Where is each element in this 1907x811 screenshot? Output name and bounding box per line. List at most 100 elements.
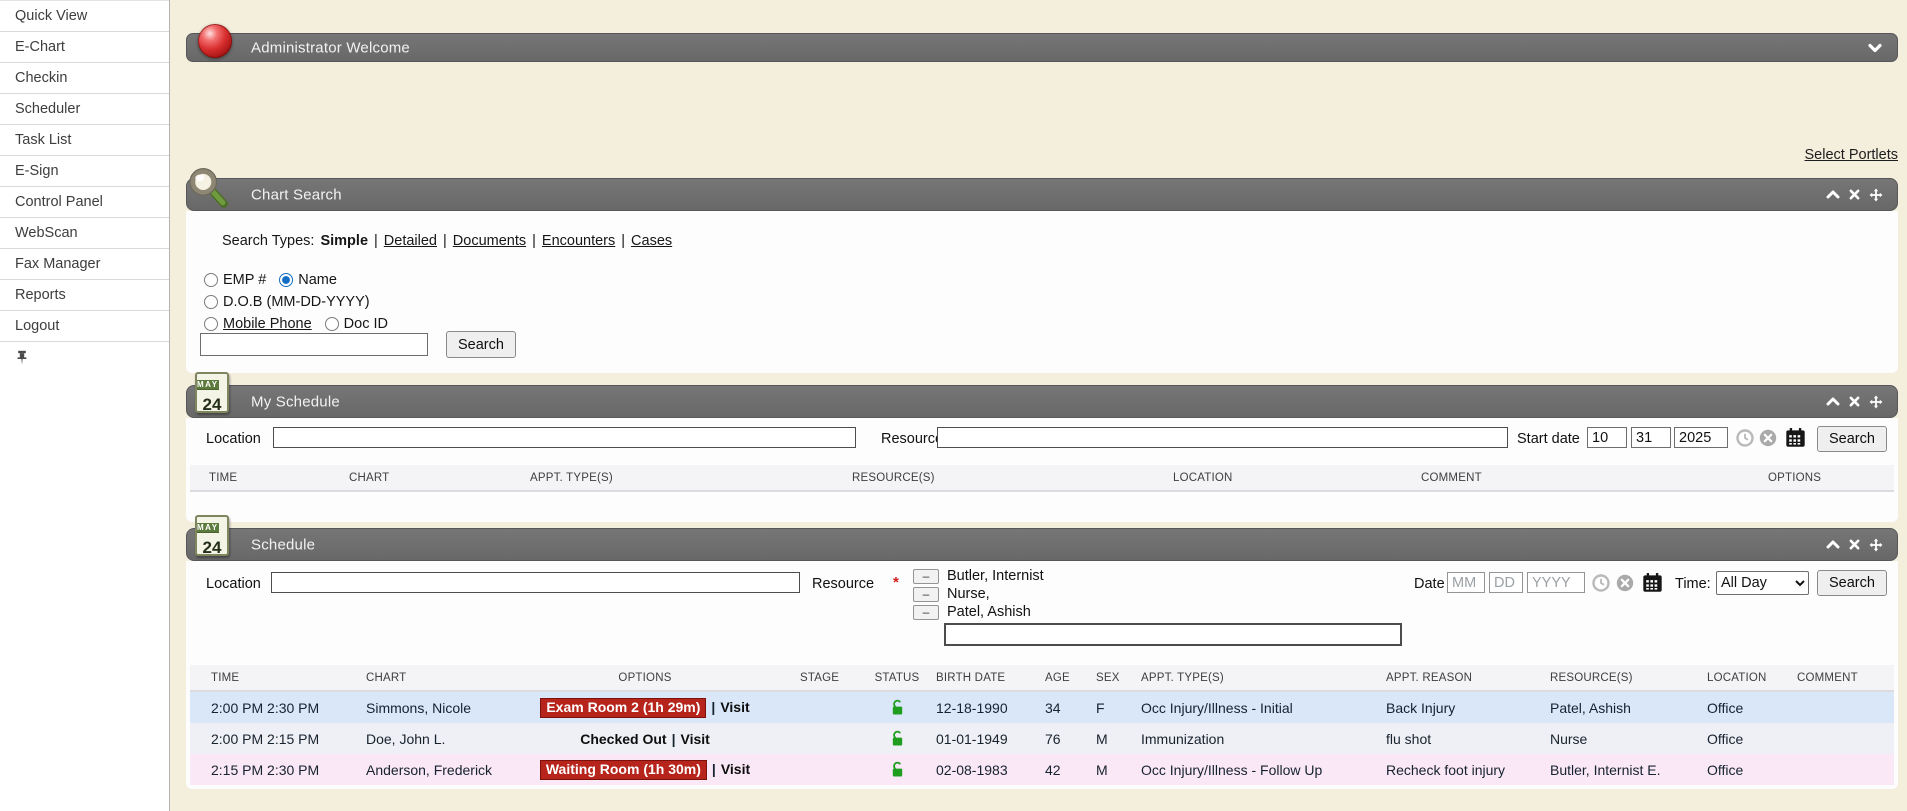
cell-time: 2:00 PM 2:30 PM [211,700,366,716]
my-schedule-table-header: TIME CHART APPT. TYPE(S) RESOURCE(S) LOC… [190,465,1894,492]
dob-radio[interactable] [204,295,218,309]
chart-search-input[interactable] [200,333,428,356]
date-day-input[interactable] [1489,572,1523,593]
my-schedule-search-button[interactable]: Search [1817,426,1887,452]
schedule-search-button[interactable]: Search [1817,570,1887,596]
visit-link[interactable]: Visit [680,731,709,747]
time-label: Time: [1675,576,1711,592]
clock-icon[interactable] [1592,574,1610,597]
expand-portlet-button[interactable] [1867,42,1883,54]
name-radio-label: Name [298,272,337,288]
visit-link[interactable]: Visit [721,761,750,777]
divider: | [672,731,676,747]
remove-resource-button[interactable]: – [913,587,939,602]
radio-row-1: EMP # Name [204,272,337,288]
divider: | [712,761,716,777]
sidebar-item-logout[interactable]: Logout [0,311,169,342]
visit-link[interactable]: Visit [720,699,749,715]
calendar-page-icon: MAY 24 [195,372,229,413]
sidebar-item-e-sign[interactable]: E-Sign [0,156,169,187]
move-portlet-handle[interactable] [1869,188,1883,202]
cell-time: 2:00 PM 2:15 PM [211,731,366,747]
my-schedule-resource-input[interactable] [937,427,1508,448]
column-header-birth-date: BIRTH DATE [930,672,1035,684]
clock-icon[interactable] [1736,429,1754,452]
mobile-phone-radio[interactable] [204,317,218,331]
cell-status [864,699,930,716]
required-asterisk: * [893,574,899,591]
my-schedule-location-input[interactable] [273,427,856,448]
unlocked-icon[interactable] [864,699,930,716]
cell-age: 42 [1035,762,1090,778]
clear-date-icon[interactable] [1616,574,1634,597]
close-portlet-button[interactable] [1849,539,1860,550]
divider: | [532,233,536,249]
search-type-simple[interactable]: Simple [320,233,368,249]
close-icon [1851,191,1858,198]
calendar-picker-icon[interactable] [1785,427,1806,453]
calendar-picker-icon[interactable] [1642,572,1663,598]
collapse-portlet-button[interactable] [1826,539,1840,550]
emp-radio[interactable] [204,273,218,287]
cell-location: Office [1700,731,1790,747]
sidebar-item-reports[interactable]: Reports [0,280,169,311]
start-date-day-input[interactable] [1631,427,1671,448]
remove-resource-button[interactable]: – [913,605,939,620]
doc-id-radio[interactable] [325,317,339,331]
search-type-detailed[interactable]: Detailed [384,233,437,249]
cell-time: 2:15 PM 2:30 PM [211,762,366,778]
cell-options: Waiting Room (1h 30m) | Visit [490,760,800,780]
sidebar-item-fax-manager[interactable]: Fax Manager [0,249,169,280]
time-select[interactable]: All Day [1716,571,1809,595]
sidebar-item-quick-view[interactable]: Quick View [0,0,169,32]
search-types-label: Search Types: [222,233,314,249]
start-date-year-input[interactable] [1674,427,1728,448]
status-ball-icon [198,24,232,58]
chevron-up-icon [1828,192,1838,197]
sidebar-pin-toggle[interactable] [0,342,169,378]
chevron-down-icon [1870,45,1880,50]
sidebar-item-label: Checkin [15,70,67,86]
date-label: Date [1414,576,1445,592]
column-header-appt-types: APPT. TYPE(S) [1135,672,1380,684]
schedule-resource-input[interactable] [944,623,1402,646]
select-portlets-link[interactable]: Select Portlets [1690,147,1898,163]
room-status-badge[interactable]: Exam Room 2 (1h 29m) [540,698,706,718]
sidebar-item-e-chart[interactable]: E-Chart [0,32,169,63]
name-radio[interactable] [279,273,293,287]
search-type-documents[interactable]: Documents [453,233,526,249]
column-header-resources: RESOURCE(S) [852,472,1173,484]
schedule-location-input[interactable] [271,572,800,593]
schedule-title: Schedule [251,536,315,553]
chart-search-button[interactable]: Search [446,331,516,358]
move-portlet-handle[interactable] [1869,395,1883,409]
column-header-comment: COMMENT [1790,672,1894,684]
checkout-status[interactable]: Checked Out [580,731,666,747]
start-date-month-input[interactable] [1587,427,1627,448]
cell-birth-date: 12-18-1990 [930,700,1035,716]
schedule-table-header: TIME CHART OPTIONS STAGE STATUS BIRTH DA… [190,665,1894,692]
unlocked-icon[interactable] [864,730,930,747]
unlocked-icon[interactable] [864,761,930,778]
search-type-encounters[interactable]: Encounters [542,233,615,249]
collapse-portlet-button[interactable] [1826,396,1840,407]
clear-date-icon[interactable] [1759,429,1777,452]
sidebar-item-webscan[interactable]: WebScan [0,218,169,249]
close-portlet-button[interactable] [1849,396,1860,407]
sidebar-item-control-panel[interactable]: Control Panel [0,187,169,218]
column-header-comment: COMMENT [1421,472,1768,484]
schedule-portlet-bar: MAY 24 Schedule [186,528,1898,561]
close-portlet-button[interactable] [1849,189,1860,200]
date-year-input[interactable] [1527,572,1585,593]
date-month-input[interactable] [1447,572,1485,593]
collapse-portlet-button[interactable] [1826,189,1840,200]
move-portlet-handle[interactable] [1869,538,1883,552]
search-type-cases[interactable]: Cases [631,233,672,249]
sidebar-item-scheduler[interactable]: Scheduler [0,94,169,125]
sidebar-item-task-list[interactable]: Task List [0,125,169,156]
remove-resource-button[interactable]: – [913,569,939,584]
column-header-appt-reason: APPT. REASON [1380,672,1544,684]
room-status-badge[interactable]: Waiting Room (1h 30m) [540,760,707,780]
resource-label: Resource [812,576,874,592]
sidebar-item-checkin[interactable]: Checkin [0,63,169,94]
